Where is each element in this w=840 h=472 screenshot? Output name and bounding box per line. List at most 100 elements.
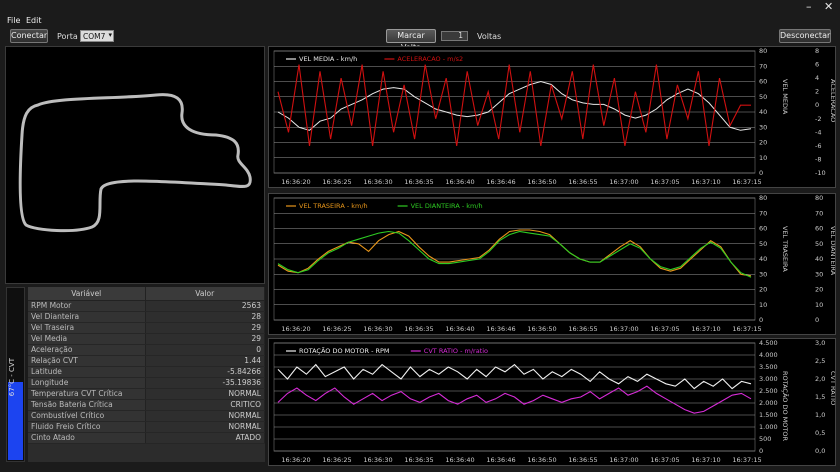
close-icon[interactable]: ✕ [824,1,833,13]
right-axis-tick: 3,0 [815,339,825,347]
column-header-variable[interactable]: Variável [28,287,146,301]
left-axis-tick: 10 [759,301,767,309]
table-row[interactable]: Fluido Freio Crítico NORMAL [28,421,265,433]
table-row[interactable]: Vel Traseira 29 [28,322,265,334]
menu-bar: File Edit [0,16,840,28]
gauge-label: 67°C - CVT [8,358,16,397]
legend-entry: CVT RATIO - m/ratio [424,347,488,355]
telemetry-app-window: – ✕ File Edit Conectar Porta COM7 ▾ Marc… [0,0,840,472]
variable-value-cell: NORMAL [145,388,265,400]
table-row[interactable]: Latitude -5.84266 [28,366,265,378]
x-tick-label: 16:36:35 [404,456,433,464]
right-axis-tick: 0 [815,316,819,324]
right-axis-tick: -2 [815,115,821,123]
menu-file[interactable]: File [7,16,20,25]
left-axis-tick: 30 [759,123,767,131]
left-axis-tick: 70 [759,62,767,70]
left-axis-tick: 2.000 [759,399,778,407]
variable-name-cell: Relação CVT [28,355,146,367]
left-axis-tick: 40 [759,108,767,116]
toolbar: Conectar Porta COM7 ▾ Marcar Volta 1 Vol… [0,28,840,52]
variable-value-cell: 2563 [145,300,265,312]
right-axis-label: CVT RATIO [829,371,835,405]
right-axis-tick: 2,5 [815,357,825,365]
right-axis-tick: 1,5 [815,393,825,401]
right-axis-tick: 0 [815,101,819,109]
right-axis-tick: 2,0 [815,375,825,383]
left-axis-label: ROTAÇÃO DO MOTOR [781,371,790,441]
legend-entry: ACELERACAO - m/s2 [397,55,463,63]
track-map [18,93,252,233]
connect-button[interactable]: Conectar [10,29,48,43]
x-tick-label: 16:36:25 [322,456,351,464]
x-tick-label: 16:37:00 [609,178,638,186]
variable-value-cell: 28 [145,311,265,323]
table-row[interactable]: Temperatura CVT Crítica NORMAL [28,388,265,400]
port-value: COM7 [83,32,106,41]
table-row[interactable]: Relação CVT 1.44 [28,355,265,367]
variable-value-cell: 0 [145,344,265,356]
table-row[interactable]: Vel Media 29 [28,333,265,345]
right-axis-tick: 2 [815,88,819,96]
x-tick-label: 16:36:40 [445,456,474,464]
x-tick-label: 16:36:55 [568,325,597,333]
left-axis-tick: 0 [759,447,763,455]
right-axis-tick: 0,5 [815,429,825,437]
x-tick-label: 16:36:30 [363,456,392,464]
legend-entry: VEL MEDIA - km/h [299,55,357,63]
x-tick-label: 16:36:55 [568,456,597,464]
right-axis-tick: -4 [815,128,821,136]
table-row[interactable]: Aceleração 0 [28,344,265,356]
x-tick-label: 16:37:00 [609,456,638,464]
left-axis-tick: 1.000 [759,423,778,431]
left-axis-tick: 60 [759,225,767,233]
left-axis-tick: 3.500 [759,363,778,371]
x-tick-label: 16:36:50 [527,456,556,464]
left-axis-tick: 70 [759,209,767,217]
right-axis-tick: 30 [815,270,823,278]
x-tick-label: 16:36:25 [322,325,351,333]
chart-speed-acceleration: 16:36:20 16:36:25 16:36:30 16:36:35 16:36:40… [268,46,837,188]
chart-wheel-speeds-svg: 16:36:20 16:36:25 16:36:30 16:36:35 16:36:40… [273,194,837,333]
left-axis-tick: 50 [759,93,767,101]
port-label: Porta [57,32,78,41]
port-select[interactable]: COM7 ▾ [80,30,114,42]
x-tick-label: 16:36:46 [486,325,515,333]
table-row[interactable]: Combustível Crítico NORMAL [28,410,265,422]
right-axis-tick: 70 [815,209,823,217]
x-tick-label: 16:36:35 [404,325,433,333]
right-axis-tick: 80 [815,194,823,202]
title-bar: – ✕ [0,0,840,16]
right-axis-tick: 6 [815,61,819,69]
left-axis-tick: 0 [759,316,763,324]
right-axis-tick: 4 [815,74,819,82]
table-row[interactable]: Tensão Bateria Crítica CRITICO [28,399,265,411]
x-tick-label: 16:36:50 [527,178,556,186]
variable-name-cell: Temperatura CVT Crítica [28,388,146,400]
chevron-down-icon: ▾ [108,31,112,39]
right-axis-tick: 50 [815,240,823,248]
table-row[interactable]: Cinto Atado ATADO [28,432,265,444]
menu-edit[interactable]: Edit [26,16,42,25]
table-row[interactable]: Vel Dianteira 28 [28,311,265,323]
left-axis-label: VEL TRASEIRA [781,226,789,272]
x-tick-label: 16:37:05 [650,456,679,464]
table-row[interactable]: Longitude -35.19836 [28,377,265,389]
variable-name-cell: Fluido Freio Crítico [28,421,146,433]
left-axis-tick: 0 [759,169,763,177]
mark-lap-button[interactable]: Marcar Volta [386,29,436,52]
disconnect-button[interactable]: Desconectar [779,29,831,43]
left-axis-tick: 500 [759,435,771,443]
table-row[interactable]: RPM Motor 2563 [28,300,265,312]
minimize-icon[interactable]: – [806,1,812,13]
cvt-temperature-gauge: 67°C - CVT [6,287,25,462]
lap-count-field[interactable]: 1 [441,31,468,41]
variable-value-cell: ATADO [145,432,265,444]
column-header-value[interactable]: Valor [145,287,265,301]
right-axis-tick: 20 [815,286,823,294]
x-tick-label: 16:36:46 [486,178,515,186]
variable-name-cell: Vel Dianteira [28,311,146,323]
left-axis-tick: 3.000 [759,375,778,383]
x-tick-label: 16:36:25 [322,178,351,186]
variable-value-cell: 1.44 [145,355,265,367]
